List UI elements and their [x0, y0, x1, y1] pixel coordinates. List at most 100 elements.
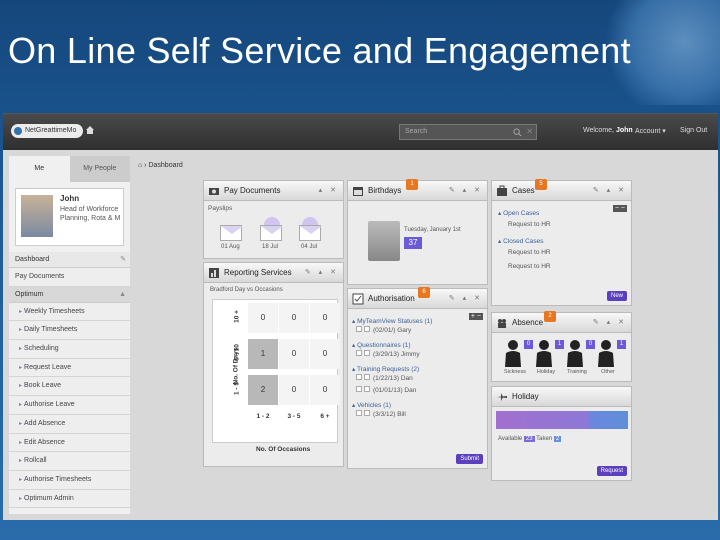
account-menu[interactable]: Account ▾ [635, 127, 666, 135]
person-placeholder-icon [368, 221, 400, 261]
widget-controls[interactable]: ✎ ▴ ✕ [593, 181, 627, 201]
auth-item[interactable]: (02/01/) Gary [352, 325, 462, 337]
auth-item[interactable]: (3/29/13) Jimmy [352, 349, 462, 361]
payslip-envelope-icon[interactable] [260, 225, 283, 241]
closed-cases-link[interactable]: ▴ Closed Cases [498, 237, 544, 245]
nav-pay-documents[interactable]: Pay Documents [9, 268, 130, 287]
auth-item[interactable]: (3/3/12) Bill [352, 409, 462, 421]
absence-badge: 2 [544, 311, 556, 322]
checkbox[interactable] [356, 326, 362, 332]
cases-badge: 5 [535, 179, 547, 190]
avatar[interactable] [21, 195, 53, 237]
checkbox[interactable] [364, 410, 370, 416]
widget-controls[interactable]: ▴ ✕ [319, 181, 339, 201]
camera-icon [209, 188, 219, 195]
grid-cell[interactable]: 0 [279, 339, 309, 369]
welcome-text: Welcome, John [583, 127, 633, 134]
grid-cell[interactable]: 0 [279, 375, 309, 405]
checkbox[interactable] [356, 350, 362, 356]
home-breadcrumb-icon[interactable]: ⌂ [138, 162, 142, 169]
auth-group-title[interactable]: ▴ MyTeamView Statuses (1) [352, 317, 462, 325]
widget-controls[interactable]: ✎ ▴ ✕ [449, 289, 483, 309]
nav-item[interactable]: ▸ Scheduling [9, 340, 130, 359]
widget-controls[interactable]: ✎ ▴ ✕ [305, 263, 339, 283]
nav-item[interactable]: ▸ Rollcall [9, 452, 130, 471]
briefcase-icon [497, 185, 507, 196]
grid-cell[interactable]: 0 [310, 339, 340, 369]
open-cases-link[interactable]: ▴ Open Cases [498, 209, 539, 217]
auth-item[interactable]: (01/01/13) Dan [352, 385, 462, 397]
auth-item[interactable]: (1/22/13) Dan [352, 373, 462, 385]
nav-item[interactable]: ▸ Authorise Timesheets [9, 470, 130, 490]
birthdays-widget: Birthdays ✎ ▴ ✕ 1 Tuesday, January 1st 37 [347, 179, 488, 285]
widget-controls[interactable]: ✎ ▴ ✕ [593, 313, 627, 333]
nav-item[interactable]: ▸ Authorise Leave [9, 396, 130, 415]
widget-title: Absence [512, 318, 544, 327]
profile-job: Head of Workforce Planning, Rota & M [60, 206, 121, 222]
payslips-label: Payslips [208, 205, 233, 212]
person-icon[interactable] [597, 339, 615, 367]
nav-optimum[interactable]: Optimum ▲ [9, 286, 130, 303]
request-button[interactable]: Request [596, 466, 627, 476]
checkbox[interactable] [364, 386, 370, 392]
grid-cell[interactable]: 1 [248, 339, 278, 369]
holiday-available: Available 23 Taken 2 [498, 436, 562, 442]
auth-group-title[interactable]: ▴ Questionnaires (1) [352, 341, 462, 349]
case-controls-icon[interactable]: − − [612, 205, 627, 212]
new-case-button[interactable]: New [606, 291, 627, 301]
grid-cell[interactable]: 0 [310, 375, 340, 405]
grid-cell[interactable]: 2 [248, 375, 278, 405]
payslip-date: 01 Aug [221, 244, 240, 250]
column-label: 6 + [320, 413, 330, 420]
x-axis-label: No. Of Occasions [256, 446, 311, 453]
nav-item[interactable]: ▸ Book Leave [9, 377, 130, 397]
auth-group-title[interactable]: ▴ Vehicles (1) [352, 401, 462, 409]
nav-item[interactable]: ▸ Request Leave [9, 358, 130, 378]
person-icon[interactable] [535, 339, 553, 367]
submit-button[interactable]: Submit [456, 454, 483, 464]
grid-cell[interactable]: 0 [310, 303, 340, 333]
pin-icon[interactable]: ✎ [120, 252, 126, 268]
nav-dashboard[interactable]: Dashboard ✎ [9, 252, 130, 268]
auth-group-title[interactable]: ▴ Training Requests (2) [352, 365, 462, 373]
checkbox[interactable] [356, 374, 362, 380]
absence-label: Sickness [503, 369, 526, 375]
tab-me[interactable]: Me [9, 156, 70, 182]
nav-item[interactable]: ▸ Daily Timesheets [9, 321, 130, 341]
row-label: 1 - 5 [233, 382, 241, 396]
grid-cell[interactable]: 0 [248, 303, 278, 333]
search-icon[interactable] [513, 128, 522, 137]
checkbox[interactable] [356, 410, 362, 416]
checkbox[interactable] [364, 350, 370, 356]
expand-icon[interactable]: + − [468, 313, 483, 320]
nav-item[interactable]: ▸ Weekly Timesheets [9, 302, 130, 322]
authorisation-badge: 6 [418, 287, 430, 298]
checkbox[interactable] [356, 386, 362, 392]
case-item[interactable]: Request to HR [508, 249, 551, 256]
search-input[interactable]: Search ✕ [399, 124, 537, 140]
chevron-right-icon: ▸ [19, 383, 23, 390]
chevron-right-icon: ▸ [19, 476, 23, 483]
payslip-envelope-icon[interactable] [299, 225, 322, 241]
person-icon[interactable] [566, 339, 584, 367]
widget-controls[interactable]: ✎ ▴ ✕ [449, 181, 483, 201]
person-icon[interactable] [504, 339, 522, 367]
grid-cell[interactable]: 0 [279, 303, 309, 333]
tab-my-people[interactable]: My People [69, 156, 130, 182]
home-icon[interactable] [85, 125, 95, 135]
absence-label: Other [601, 369, 615, 375]
logo-text: NetGreattimeMo [25, 127, 77, 134]
payslip-envelope-icon[interactable] [220, 225, 243, 241]
nav-item[interactable]: ▸ Optimum Admin [9, 489, 130, 509]
breadcrumb-dashboard[interactable]: Dashboard [148, 162, 182, 169]
nav-item[interactable]: ▸ Edit Absence [9, 433, 130, 453]
collapse-icon[interactable]: ▲ [119, 287, 126, 303]
sign-out-link[interactable]: Sign Out [680, 127, 707, 134]
case-item[interactable]: Request to HR [508, 263, 551, 270]
clear-icon[interactable]: ✕ [526, 127, 533, 136]
checkbox[interactable] [364, 374, 370, 380]
checkbox[interactable] [364, 326, 370, 332]
nav-item[interactable]: ▸ Add Absence [9, 414, 130, 434]
case-item[interactable]: Request to HR [508, 221, 551, 228]
logo[interactable]: NetGreattimeMo [11, 124, 83, 138]
